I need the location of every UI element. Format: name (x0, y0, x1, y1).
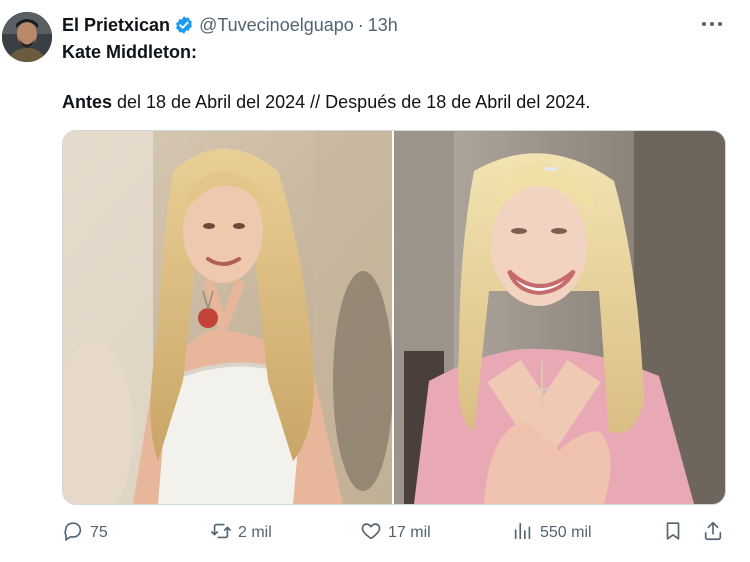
photo-right[interactable] (394, 131, 725, 504)
retweet-button[interactable]: 2 mil (210, 518, 272, 548)
tweet[interactable]: El Prietxican @Tuvecinoelguapo · 13h Kat… (0, 0, 750, 562)
like-icon (360, 520, 382, 547)
photo-left[interactable] (63, 131, 392, 504)
tweet-text-bold: Antes (62, 92, 113, 112)
action-bar: 75 2 mil 17 mil 550 mil (62, 518, 730, 548)
share-button[interactable] (702, 518, 724, 548)
views-icon (512, 520, 534, 547)
tweet-time[interactable]: 13h (368, 15, 398, 36)
tweet-header: El Prietxican @Tuvecinoelguapo · 13h (62, 13, 398, 37)
author-handle[interactable]: @Tuvecinoelguapo (199, 15, 354, 36)
retweet-icon (210, 520, 232, 547)
separator-dot: · (357, 14, 364, 35)
reply-button[interactable]: 75 (62, 518, 108, 548)
avatar-image (2, 12, 52, 62)
bookmark-button[interactable] (662, 518, 684, 548)
media-grid[interactable] (62, 130, 726, 505)
views-count: 550 mil (540, 524, 592, 541)
bookmark-icon (662, 520, 684, 547)
verified-icon (174, 15, 194, 35)
reply-icon (62, 520, 84, 547)
reply-count: 75 (90, 524, 108, 541)
photo-left-image (63, 131, 392, 504)
views-button[interactable]: 550 mil (512, 518, 592, 548)
tweet-text-rest: del 18 de Abril del 2024 // Después de 1… (112, 92, 591, 112)
author-name[interactable]: El Prietxican (62, 15, 170, 36)
more-icon[interactable] (700, 14, 724, 34)
avatar[interactable] (2, 12, 52, 62)
tweet-text-line1: Kate Middleton: (62, 42, 197, 62)
tweet-text-line2: Antes del 18 de Abril del 2024 // Despué… (62, 92, 590, 113)
retweet-count: 2 mil (238, 524, 272, 541)
photo-right-image (394, 131, 725, 504)
like-count: 17 mil (388, 524, 431, 541)
share-icon (702, 520, 724, 547)
like-button[interactable]: 17 mil (360, 518, 431, 548)
